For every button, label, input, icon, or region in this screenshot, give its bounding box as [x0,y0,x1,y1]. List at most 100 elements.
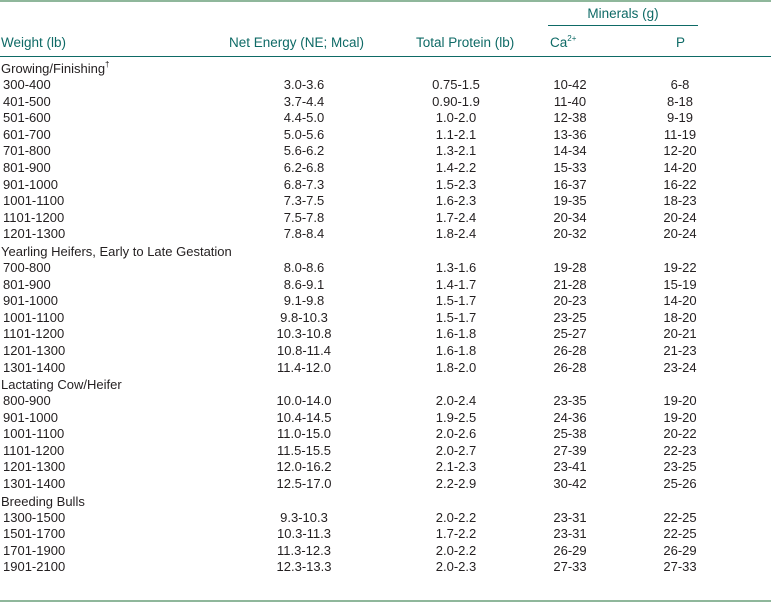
cell-phosphorus: 12-20 [663,143,697,159]
minerals-group-header: Minerals (g) [587,6,659,21]
header-weight: Weight (lb) [1,35,67,50]
cell-net-energy: 6.8-7.3 [283,176,325,192]
cell-phosphorus: 14-20 [663,293,697,309]
cell-net-energy: 4.4-5.0 [283,110,325,126]
table-row: 800-900 10.0-14.0 2.0-2.4 23-35 19-20 [0,393,771,410]
cell-net-energy: 8.0-8.6 [283,259,325,275]
section-title: Yearling Heifers, Early to Late Gestatio… [0,243,771,260]
cell-net-energy: 11.3-12.3 [277,542,331,558]
cell-weight: 1501-1700 [3,526,66,542]
cell-calcium: 30-42 [553,476,587,492]
cell-weight: 1701-1900 [3,542,66,558]
cell-phosphorus: 20-24 [663,226,697,242]
cell-net-energy: 6.2-6.8 [283,159,325,175]
table-row: 1101-1200 10.3-10.8 1.6-1.8 25-27 20-21 [0,326,771,343]
cell-weight: 700-800 [3,259,51,275]
section-title-text: Growing/Finishing [1,61,106,76]
cell-total-protein: 1.6-2.3 [435,193,477,209]
cell-weight: 800-900 [3,393,51,409]
cell-net-energy: 10.3-10.8 [276,326,332,342]
cell-calcium: 13-36 [553,126,587,142]
cell-phosphorus: 23-25 [663,459,697,475]
cell-phosphorus: 22-25 [663,509,697,525]
table-row: 901-1000 9.1-9.8 1.5-1.7 20-23 14-20 [0,293,771,310]
cell-total-protein: 1.6-1.8 [435,326,477,342]
cell-weight: 1301-1400 [3,359,66,375]
table-row: 1101-1200 7.5-7.8 1.7-2.4 20-34 20-24 [0,210,771,227]
table-row: 1901-2100 12.3-13.3 2.0-2.3 27-33 27-33 [0,559,771,576]
cell-phosphorus: 18-23 [663,193,697,209]
footnote-marker: † [105,60,110,69]
section-title-text: Breeding Bulls [1,493,85,509]
cell-calcium: 23-31 [553,509,587,525]
cell-net-energy: 11.0-15.0 [277,426,331,442]
cell-weight: 801-900 [3,276,51,292]
cell-weight: 1201-1300 [3,459,66,475]
table-row: 1300-1500 9.3-10.3 2.0-2.2 23-31 22-25 [0,510,771,527]
cell-total-protein: 0.90-1.9 [432,93,480,109]
cell-net-energy: 5.6-6.2 [283,143,325,159]
table-row: 601-700 5.0-5.6 1.1-2.1 13-36 11-19 [0,127,771,144]
cell-total-protein: 2.0-2.3 [435,559,477,575]
cell-phosphorus: 16-22 [663,176,697,192]
header-phosphorus: P [676,35,686,50]
cell-total-protein: 2.0-2.7 [435,442,477,458]
cell-net-energy: 9.8-10.3 [280,309,328,325]
cell-net-energy: 7.5-7.8 [283,209,325,225]
cell-total-protein: 1.4-2.2 [435,159,477,175]
cell-calcium: 12-38 [553,110,587,126]
cell-total-protein: 1.9-2.5 [435,409,477,425]
cell-phosphorus: 18-20 [663,309,697,325]
cell-total-protein: 2.0-2.2 [435,509,477,525]
cell-total-protein: 2.0-2.2 [435,542,477,558]
cell-weight: 901-1000 [3,293,58,309]
cell-calcium: 19-35 [553,193,587,209]
cell-weight: 1101-1200 [3,209,65,225]
cell-calcium: 21-28 [553,276,587,292]
cell-phosphorus: 26-29 [663,542,697,558]
cell-total-protein: 1.5-2.3 [435,176,477,192]
cell-calcium: 20-23 [553,293,587,309]
cell-phosphorus: 19-20 [663,409,697,425]
cell-net-energy: 12.0-16.2 [276,459,332,475]
cell-total-protein: 1.4-1.7 [435,276,477,292]
cell-phosphorus: 11-19 [663,126,697,142]
cell-calcium: 20-34 [553,209,587,225]
cell-total-protein: 1.8-2.4 [435,226,477,242]
cell-total-protein: 2.0-2.4 [435,393,477,409]
table-row: 901-1000 10.4-14.5 1.9-2.5 24-36 19-20 [0,410,771,427]
cell-calcium: 15-33 [553,159,587,175]
cell-total-protein: 1.3-2.1 [435,143,477,159]
cell-total-protein: 1.6-1.8 [435,342,477,358]
cell-total-protein: 1.5-1.7 [435,309,477,325]
cell-net-energy: 3.0-3.6 [283,77,325,92]
table-row: 1501-1700 10.3-11.3 1.7-2.2 23-31 22-25 [0,526,771,543]
cell-phosphorus: 22-23 [663,442,697,458]
cell-phosphorus: 6-8 [670,77,690,92]
table-row: 1301-1400 11.4-12.0 1.8-2.0 26-28 23-24 [0,360,771,377]
cell-phosphorus: 20-24 [663,209,697,225]
cell-net-energy: 7.8-8.4 [283,226,325,242]
cell-weight: 901-1000 [3,409,58,425]
table-row: 801-900 6.2-6.8 1.4-2.2 15-33 14-20 [0,160,771,177]
section-title-text: Yearling Heifers, Early to Late Gestatio… [1,243,232,259]
cell-phosphorus: 27-33 [663,559,697,575]
cell-weight: 701-800 [3,143,51,159]
table-row: 1201-1300 10.8-11.4 1.6-1.8 26-28 21-23 [0,343,771,360]
cell-calcium: 11-40 [553,93,587,109]
table-row: 701-800 5.6-6.2 1.3-2.1 14-34 12-20 [0,143,771,160]
table-row: 1001-1100 9.8-10.3 1.5-1.7 23-25 18-20 [0,310,771,327]
cell-phosphorus: 22-25 [663,526,697,542]
cell-total-protein: 1.0-2.0 [435,110,477,126]
table-row: 401-500 3.7-4.4 0.90-1.9 11-40 8-18 [0,94,771,111]
header-rule [0,56,771,57]
cell-weight: 401-500 [3,93,51,109]
cell-net-energy: 9.1-9.8 [283,293,325,309]
cell-total-protein: 1.8-2.0 [435,359,477,375]
cell-weight: 1301-1400 [3,476,66,492]
cell-calcium: 26-28 [553,359,587,375]
cell-weight: 1201-1300 [3,342,66,358]
cell-calcium: 16-37 [553,176,587,192]
cell-weight: 300-400 [3,77,51,92]
section-title: Lactating Cow/Heifer [0,376,771,393]
